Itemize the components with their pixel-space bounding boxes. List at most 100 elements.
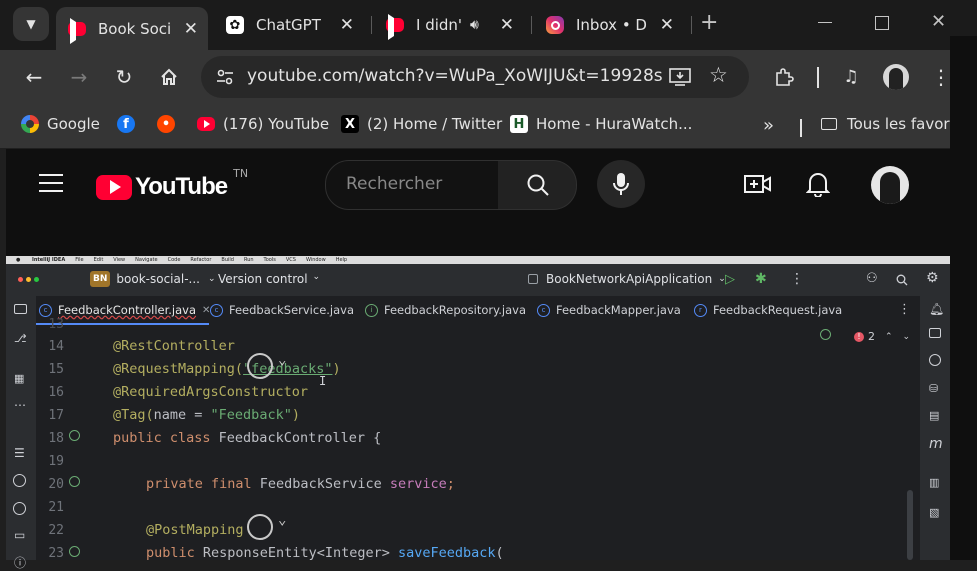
spring-bean-icon[interactable] <box>69 430 80 441</box>
mac-menu-item[interactable]: Refactor <box>190 257 211 263</box>
spring-bean-icon[interactable] <box>69 476 80 487</box>
inspection-ok-icon[interactable] <box>820 329 831 340</box>
install-app-icon[interactable] <box>669 67 691 91</box>
youtube-search-button[interactable] <box>498 160 577 210</box>
project-selector[interactable]: BN book-social-... ⌄ <box>90 271 216 287</box>
back-button[interactable]: ← <box>21 64 47 90</box>
settings-gear-icon[interactable]: ⚙ <box>926 270 939 286</box>
more-bookmarks-icon[interactable]: » <box>763 115 774 136</box>
endpoints-icon[interactable] <box>13 474 26 487</box>
tabs-more-icon[interactable]: ⋮ <box>898 302 911 317</box>
home-button[interactable] <box>156 64 182 90</box>
editor-tab-feedbackrequest[interactable]: r FeedbackRequest.java <box>694 303 842 317</box>
code-editor[interactable]: @RestController @RequestMapping("feedbac… <box>106 326 920 561</box>
gradle-icon[interactable]: ▥ <box>929 476 939 489</box>
editor-tab-feedbackservice[interactable]: c FeedbackService.java <box>210 303 354 317</box>
run-icon[interactable]: ▷ <box>725 272 735 287</box>
tab-inbox[interactable]: Inbox • Dir ✕ <box>534 8 684 42</box>
close-window-button[interactable]: ✕ <box>931 11 946 32</box>
more-actions-icon[interactable]: ⋮ <box>790 271 804 287</box>
version-control-menu[interactable]: Version control ⌄ <box>218 272 320 286</box>
tab-chatgpt[interactable]: ✿ ChatGPT ✕ <box>214 8 364 42</box>
translate-hint-icon[interactable] <box>247 514 273 540</box>
window-controls[interactable] <box>18 277 39 282</box>
mac-menu-item[interactable]: File <box>75 257 83 263</box>
bookmark-google[interactable]: Google <box>21 115 100 133</box>
editor-tab-feedbackmapper[interactable]: c FeedbackMapper.java <box>537 303 681 317</box>
chevron-up-icon[interactable]: ⌃ <box>885 332 893 342</box>
coverage-icon[interactable]: ▧ <box>929 506 939 519</box>
maximize-button[interactable] <box>875 16 889 30</box>
structure-icon[interactable]: ▦ <box>14 372 24 385</box>
profile-avatar[interactable] <box>883 64 909 90</box>
all-bookmarks-folder[interactable]: Tous les favoris <box>821 115 962 133</box>
forward-button[interactable]: → <box>66 64 92 90</box>
tab-i-didnt[interactable]: I didn't 🔊︎ ✕ <box>374 8 524 42</box>
site-info-icon[interactable] <box>215 67 235 91</box>
mac-menu-item[interactable]: IntelliJ IDEA <box>32 257 65 263</box>
voice-search-button[interactable] <box>597 160 645 208</box>
search-icon[interactable] <box>896 271 908 290</box>
mac-menu-item[interactable]: VCS <box>286 257 296 263</box>
mac-menu-item[interactable]: Window <box>306 257 326 263</box>
reload-button[interactable]: ↻ <box>111 64 137 90</box>
youtube-menu-icon[interactable] <box>39 174 63 192</box>
speaker-icon[interactable]: 🔊︎ <box>470 17 479 33</box>
close-tab-icon[interactable]: ✕ <box>660 15 674 35</box>
minimize-button[interactable] <box>818 22 832 23</box>
create-video-button[interactable] <box>744 173 772 199</box>
documents-icon[interactable]: ▤ <box>929 409 939 422</box>
address-bar[interactable]: youtube.com/watch?v=WuPa_XoWIJU&t=19928s… <box>201 56 749 98</box>
maven-icon[interactable]: m <box>929 436 943 452</box>
editor-scrollbar[interactable] <box>907 490 913 560</box>
bookmark-reddit[interactable]: • <box>157 115 183 133</box>
tab-search-button[interactable]: ▼ <box>13 7 49 41</box>
run-configuration[interactable]: BookNetworkApiApplication ⌄ <box>528 272 726 286</box>
editor-tab-feedbackcontroller[interactable]: c FeedbackController.java ✕ <box>39 303 210 317</box>
terminal-icon[interactable]: ▭ <box>14 528 25 542</box>
close-tab-icon[interactable]: ✕ <box>340 15 354 35</box>
youtube-logo[interactable]: YouTube TN <box>96 167 248 201</box>
problems-icon[interactable]: ⓘ <box>14 554 26 571</box>
account-avatar[interactable] <box>871 166 909 204</box>
run-tool-icon[interactable] <box>13 502 26 515</box>
mac-menu-item[interactable]: Code <box>168 257 181 263</box>
copilot-icon[interactable] <box>929 354 941 366</box>
editor-tab-feedbackrepository[interactable]: i FeedbackRepository.java <box>365 303 526 317</box>
extensions-icon[interactable] <box>771 64 797 90</box>
translate-hint-icon[interactable] <box>247 353 273 379</box>
video-player[interactable]: ● IntelliJ IDEA File Edit View Navigate Code R… <box>6 256 950 570</box>
close-tab-icon[interactable]: ✕ <box>500 15 514 35</box>
ai-assistant-icon[interactable] <box>929 328 941 338</box>
error-indicator[interactable]: ! 2 ⌃ ⌄ <box>854 330 910 343</box>
debug-icon[interactable]: ✱ <box>755 271 767 287</box>
notifications-icon[interactable]: 🔔︎ <box>929 302 944 316</box>
database-icon[interactable]: ⛁ <box>929 382 938 395</box>
chevron-down-icon[interactable]: ⌄ <box>903 332 911 342</box>
bookmark-youtube[interactable]: (176) YouTube <box>197 115 329 133</box>
add-user-icon[interactable]: ⚇ <box>866 271 878 286</box>
media-controls-icon[interactable]: ♫ <box>838 64 864 90</box>
services-icon[interactable]: ☰ <box>14 446 25 460</box>
bookmark-hurawatch[interactable]: H Home - HuraWatch... <box>510 115 692 133</box>
mac-menu-item[interactable]: Tools <box>264 257 276 263</box>
new-tab-button[interactable]: + <box>700 10 718 35</box>
mac-menu-item[interactable]: Run <box>244 257 254 263</box>
mac-menu-bar: ● IntelliJ IDEA File Edit View Navigate Code R… <box>6 256 950 264</box>
notifications-button[interactable] <box>805 171 831 201</box>
mac-menu-item[interactable]: Build <box>221 257 234 263</box>
bookmark-twitter[interactable]: X (2) Home / Twitter <box>341 115 502 133</box>
close-tab-icon[interactable]: ✕ <box>184 19 198 39</box>
mac-menu-item[interactable]: View <box>113 257 125 263</box>
bookmark-star-icon[interactable]: ☆ <box>709 63 728 87</box>
endpoint-gutter-icon[interactable] <box>69 546 80 557</box>
tab-book-social[interactable]: Book Socia ✕ <box>56 7 208 50</box>
more-tools-icon[interactable]: ⋯ <box>14 398 26 412</box>
mac-menu-item[interactable]: Navigate <box>135 257 157 263</box>
mac-menu-item[interactable]: Edit <box>94 257 104 263</box>
project-folder-icon[interactable] <box>14 304 27 314</box>
commit-icon[interactable]: ⎇ <box>14 332 27 345</box>
youtube-search-input[interactable]: Rechercher <box>325 160 499 210</box>
bookmark-facebook[interactable]: f <box>117 115 143 133</box>
mac-menu-item[interactable]: Help <box>336 257 347 263</box>
